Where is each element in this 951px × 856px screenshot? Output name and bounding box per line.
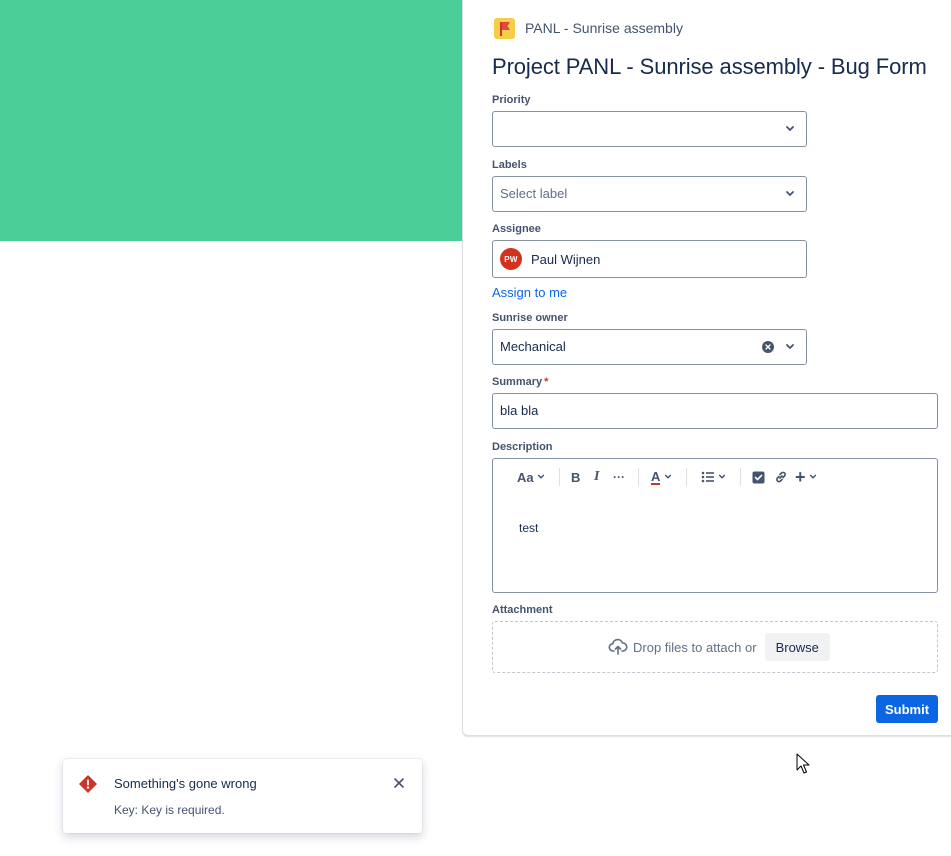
- avatar: PW: [500, 248, 522, 270]
- priority-label: Priority: [492, 94, 531, 106]
- link-icon: [776, 471, 786, 483]
- form-title: Project PANL - Sunrise assembly - Bug Fo…: [492, 54, 927, 79]
- sunrise-owner-value: Mechanical: [500, 339, 566, 354]
- link-button[interactable]: [774, 468, 788, 486]
- assignee-name: Paul Wijnen: [531, 252, 601, 267]
- text-color-label: A: [651, 468, 661, 485]
- mouse-cursor-icon: [796, 753, 810, 774]
- header-banner: [0, 0, 463, 241]
- chevron-down-icon: [718, 474, 726, 479]
- summary-value: bla bla: [500, 403, 539, 418]
- labels-placeholder: Select label: [500, 186, 568, 201]
- close-icon[interactable]: [393, 777, 405, 789]
- italic-button[interactable]: I: [594, 468, 599, 486]
- toolbar-divider: [686, 468, 687, 486]
- description-content[interactable]: test: [519, 521, 538, 535]
- chevron-down-icon: [809, 474, 816, 479]
- cloud-upload-icon: [608, 638, 628, 655]
- toolbar-divider: [638, 468, 639, 486]
- summary-label: Summary *: [492, 376, 548, 388]
- project-header: PANL - Sunrise assembly: [494, 17, 683, 39]
- description-label: Description: [492, 441, 553, 453]
- priority-select[interactable]: [492, 111, 807, 147]
- insert-plus-icon: +: [795, 467, 806, 487]
- chevron-down-icon: [537, 474, 544, 479]
- project-flag-icon: [494, 17, 515, 39]
- error-icon: [79, 775, 97, 793]
- bold-button[interactable]: B: [571, 468, 580, 486]
- text-style-button[interactable]: Aa: [517, 468, 546, 486]
- assignee-select[interactable]: PW Paul Wijnen: [492, 240, 807, 278]
- submit-button[interactable]: Submit: [876, 695, 938, 723]
- description-editor[interactable]: Aa B I ··· A + test: [492, 458, 938, 593]
- chevron-down-icon: [786, 191, 794, 196]
- browse-button[interactable]: Browse: [764, 633, 830, 661]
- assignee-label: Assignee: [492, 223, 541, 235]
- editor-toolbar: Aa B I ··· A +: [493, 459, 937, 495]
- labels-label: Labels: [492, 159, 527, 171]
- list-icon: [701, 471, 714, 483]
- chevron-down-icon: [786, 126, 794, 131]
- error-flag-message: Key: Key is required.: [114, 803, 225, 817]
- assign-to-me-link[interactable]: Assign to me: [492, 285, 567, 300]
- dropzone-text: Drop files to attach or: [633, 639, 757, 655]
- attachment-label: Attachment: [492, 604, 553, 616]
- text-color-button[interactable]: A: [651, 468, 673, 486]
- task-checkbox-icon: [752, 471, 765, 483]
- chevron-down-icon: [665, 474, 672, 479]
- summary-label-text: Summary: [492, 376, 543, 388]
- error-flag-title: Something's gone wrong: [114, 776, 257, 791]
- sunrise-owner-select[interactable]: Mechanical: [492, 329, 807, 365]
- list-button[interactable]: [701, 468, 727, 486]
- dropzone-content: Drop files to attach or Browse: [608, 633, 830, 661]
- attachment-dropzone[interactable]: Drop files to attach or Browse: [492, 621, 938, 673]
- chevron-down-icon: [786, 344, 794, 349]
- required-mark: *: [544, 376, 549, 388]
- more-formatting-button[interactable]: ···: [613, 468, 625, 486]
- summary-input[interactable]: bla bla: [492, 393, 938, 429]
- toolbar-divider: [740, 468, 741, 486]
- toolbar-divider: [559, 468, 560, 486]
- labels-select[interactable]: Select label: [492, 176, 807, 212]
- task-checkbox-button[interactable]: [752, 468, 765, 486]
- clear-icon[interactable]: [762, 341, 774, 353]
- project-name: PANL - Sunrise assembly: [525, 20, 683, 36]
- insert-button[interactable]: +: [795, 468, 818, 486]
- sunrise-owner-label: Sunrise owner: [492, 312, 568, 324]
- error-flag: Something's gone wrong Key: Key is requi…: [63, 759, 422, 833]
- text-style-label: Aa: [517, 469, 534, 485]
